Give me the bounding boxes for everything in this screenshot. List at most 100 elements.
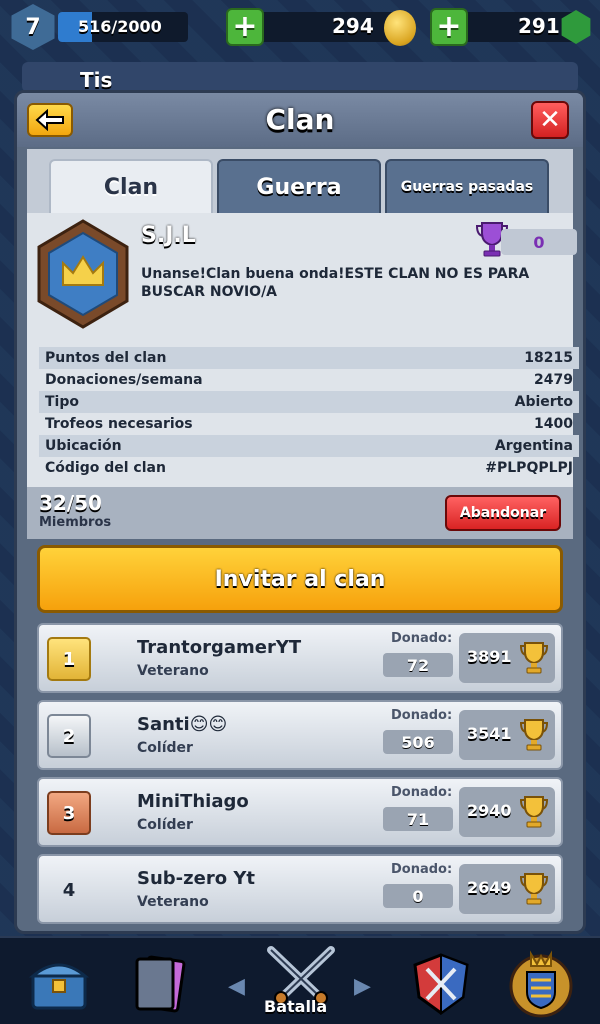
clan-panel: Clan ✕ Clan Guerra Guerras pasadas S.J.L (14, 90, 586, 934)
donated-label: Donado: (391, 862, 453, 877)
stat-row: Trofeos necesarios 1400 (39, 413, 579, 435)
donated-label: Donado: (391, 708, 453, 723)
trophy-value: 2940 (467, 801, 512, 820)
donated-value: 0 (383, 884, 453, 908)
rank-value: 1 (62, 648, 76, 670)
tab-label: Clan (103, 174, 159, 200)
close-icon: ✕ (539, 105, 561, 135)
close-button[interactable]: ✕ (531, 101, 569, 139)
clan-shield-icon (413, 953, 469, 1015)
gold-box (256, 12, 396, 42)
bottom-nav: ◀ Batalla ▶ (0, 936, 600, 1024)
stat-value: 2479 (534, 372, 573, 388)
plus-icon: + (232, 9, 258, 44)
donated-value: 72 (383, 653, 453, 677)
member-name: Sub-zero Yt (137, 868, 255, 889)
clan-trophies-value: 0 (533, 232, 545, 252)
trophy-value: 3541 (467, 724, 512, 743)
tab-label: Guerra (256, 174, 342, 200)
panel-header: Clan ✕ (17, 93, 583, 147)
rank-badge: 3 (47, 791, 91, 835)
clan-badge-icon (37, 219, 129, 329)
gems-value: 291 (518, 14, 560, 38)
add-gold-button[interactable]: + (226, 8, 264, 46)
clan-name: S.J.L (141, 223, 196, 248)
stat-value: 18215 (524, 350, 573, 366)
xp-text: 516/2000 (78, 17, 162, 36)
member-trophies: 2940 (459, 787, 555, 837)
stat-label: Donaciones/semana (45, 372, 203, 388)
member-row[interactable]: 1 TrantorgamerYT Veterano Donado: 72 389… (37, 623, 563, 693)
nav-right-arrow-icon[interactable]: ▶ (354, 974, 371, 999)
clan-trophies: 0 (501, 229, 577, 255)
add-gems-button[interactable]: + (430, 8, 468, 46)
trophy-value: 3891 (467, 647, 512, 666)
stat-row: Tipo Abierto (39, 391, 579, 413)
tab-guerra[interactable]: Guerra (217, 159, 381, 213)
rank-value: 2 (62, 725, 76, 747)
clan-description: Unanse!Clan buena onda!ESTE CLAN NO ES P… (141, 266, 530, 300)
nav-battle-label: Batalla (264, 997, 328, 1016)
rank-badge: 2 (47, 714, 91, 758)
invite-label: Invitar al clan (214, 566, 386, 592)
donated-label: Donado: (391, 785, 453, 800)
nav-cards[interactable] (114, 946, 204, 1022)
members-label: Miembros (39, 515, 112, 530)
member-role: Veterano (137, 894, 209, 910)
clan-info: S.J.L 0 Unanse!Clan buena onda!ESTE CLAN… (27, 213, 579, 487)
xp-bar: 516/2000 (58, 12, 188, 42)
member-row[interactable]: 3 MiniThiago Colíder Donado: 71 2940 (37, 777, 563, 847)
donated-label: Donado: (391, 631, 453, 646)
tab-bar: Clan Guerra Guerras pasadas (27, 149, 573, 213)
donated-value: 506 (383, 730, 453, 754)
stat-value: #PLPQPLPJ (485, 460, 573, 476)
nav-tournaments[interactable] (496, 946, 586, 1022)
trophy-icon (519, 642, 549, 674)
donated-value: 71 (383, 807, 453, 831)
cards-icon (135, 955, 186, 1013)
member-name: TrantorgamerYT (137, 637, 302, 658)
stat-label: Tipo (45, 394, 79, 410)
member-row[interactable]: 4 Sub-zero Yt Veterano Donado: 0 2649 (37, 854, 563, 924)
level-badge[interactable]: 7 (11, 4, 55, 50)
background-banner-title: Tis (80, 68, 113, 92)
members-count: 32/50 (39, 491, 102, 515)
invite-to-clan-button[interactable]: Invitar al clan (37, 545, 563, 613)
trophy-icon (519, 873, 549, 905)
top-bar: 7 516/2000 + 294 + 291 (0, 0, 600, 56)
stat-value: Argentina (494, 438, 573, 454)
leave-clan-label: Abandonar (459, 505, 547, 521)
member-row[interactable]: 2 Santi😊😊 Colíder Donado: 506 3541 (37, 700, 563, 770)
nav-clan[interactable] (396, 946, 486, 1022)
stat-label: Código del clan (45, 460, 166, 476)
level-value: 7 (25, 14, 41, 40)
leave-clan-button[interactable]: Abandonar (445, 495, 561, 531)
member-name: MiniThiago (137, 791, 249, 812)
tab-clan[interactable]: Clan (49, 159, 213, 213)
gold-value: 294 (332, 14, 374, 38)
tab-guerras-pasadas[interactable]: Guerras pasadas (385, 159, 549, 213)
stat-label: Puntos del clan (45, 350, 167, 366)
stat-row: Puntos del clan 18215 (39, 347, 579, 369)
nav-shop[interactable] (14, 946, 104, 1022)
member-role: Colíder (137, 817, 193, 833)
tab-label: Guerras pasadas (400, 179, 534, 195)
nav-left-arrow-icon[interactable]: ◀ (228, 974, 245, 999)
chest-icon (28, 963, 90, 1010)
member-role: Veterano (137, 663, 209, 679)
stat-label: Ubicación (45, 438, 122, 454)
stat-label: Trofeos necesarios (45, 416, 193, 432)
rank-value: 4 (62, 879, 76, 901)
clan-stats: Puntos del clan 18215 Donaciones/semana … (39, 347, 579, 479)
plus-icon: + (436, 9, 462, 44)
tournament-emblem-icon (509, 950, 573, 1018)
members-bar: 32/50 Miembros Abandonar (27, 487, 573, 539)
member-trophies: 3891 (459, 633, 555, 683)
stat-value: 1400 (534, 416, 573, 432)
stat-row: Código del clan #PLPQPLPJ (39, 457, 579, 479)
rank-value: 3 (62, 802, 76, 824)
member-name: Santi😊😊 (137, 714, 228, 735)
trophy-icon (519, 719, 549, 751)
member-trophies: 3541 (459, 710, 555, 760)
rank-badge: 1 (47, 637, 91, 681)
